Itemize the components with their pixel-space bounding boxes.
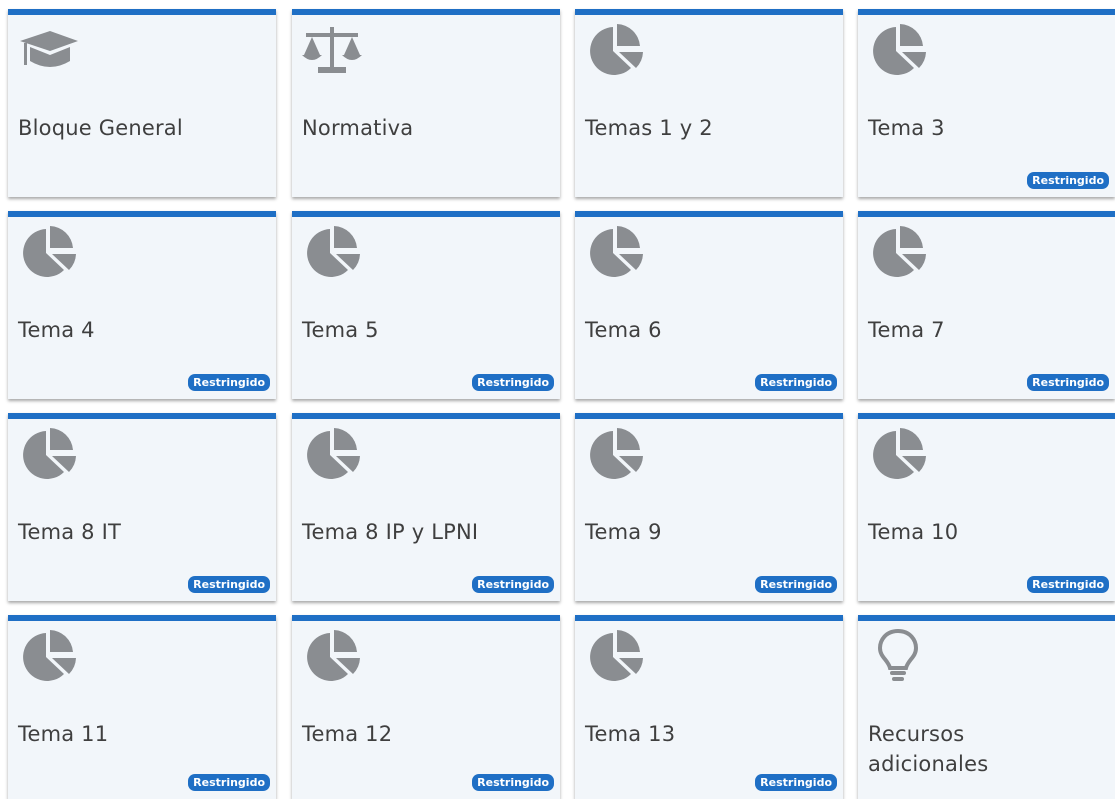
tile-label: Tema 8 IT: [18, 520, 122, 544]
pie-chart-icon: [583, 627, 647, 683]
restricted-badge: Restringido: [188, 774, 270, 791]
restricted-badge: Restringido: [188, 374, 270, 391]
tile-label: Tema 10: [868, 520, 959, 544]
pie-chart-icon: [16, 223, 80, 279]
tile-label: Tema 4: [18, 318, 95, 342]
tile-tema-12[interactable]: Tema 12 Restringido: [292, 615, 560, 799]
pie-chart-icon: [16, 627, 80, 683]
tile-label: Recursos adicionales: [868, 722, 989, 776]
restricted-badge: Restringido: [472, 374, 554, 391]
tile-label: Temas 1 y 2: [585, 116, 713, 140]
tile-label: Tema 5: [302, 318, 379, 342]
restricted-badge: Restringido: [755, 774, 837, 791]
pie-chart-icon: [583, 425, 647, 481]
tile-recursos-adicionales[interactable]: Recursos adicionales: [858, 615, 1115, 799]
tile-label: Tema 6: [585, 318, 662, 342]
tile-bloque-general[interactable]: Bloque General: [8, 9, 276, 197]
tile-tema-7[interactable]: Tema 7 Restringido: [858, 211, 1115, 399]
tile-label: Tema 3: [868, 116, 945, 140]
tile-tema-6[interactable]: Tema 6 Restringido: [575, 211, 843, 399]
pie-chart-icon: [583, 21, 647, 77]
pie-chart-icon: [16, 425, 80, 481]
restricted-badge: Restringido: [1027, 172, 1109, 189]
tile-label: Bloque General: [18, 116, 183, 140]
pie-chart-icon: [300, 627, 364, 683]
pie-chart-icon: [583, 223, 647, 279]
balance-scale-icon: [300, 21, 364, 77]
tile-label: Tema 8 IP y LPNI: [302, 520, 479, 544]
tile-label: Normativa: [302, 116, 414, 140]
tile-tema-8-it[interactable]: Tema 8 IT Restringido: [8, 413, 276, 601]
tile-tema-11[interactable]: Tema 11 Restringido: [8, 615, 276, 799]
pie-chart-icon: [866, 425, 930, 481]
tile-label: Tema 7: [868, 318, 945, 342]
restricted-badge: Restringido: [188, 576, 270, 593]
tile-temas-1-y-2[interactable]: Temas 1 y 2: [575, 9, 843, 197]
lightbulb-icon: [866, 627, 930, 683]
restricted-badge: Restringido: [755, 374, 837, 391]
pie-chart-icon: [300, 425, 364, 481]
tile-tema-9[interactable]: Tema 9 Restringido: [575, 413, 843, 601]
pie-chart-icon: [300, 223, 364, 279]
tile-tema-3[interactable]: Tema 3 Restringido: [858, 9, 1115, 197]
tile-tema-13[interactable]: Tema 13 Restringido: [575, 615, 843, 799]
tile-label: Tema 9: [585, 520, 662, 544]
tile-tema-8-ip-y-lpni[interactable]: Tema 8 IP y LPNI Restringido: [292, 413, 560, 601]
tile-tema-10[interactable]: Tema 10 Restringido: [858, 413, 1115, 601]
tile-normativa[interactable]: Normativa: [292, 9, 560, 197]
restricted-badge: Restringido: [472, 774, 554, 791]
tile-tema-5[interactable]: Tema 5 Restringido: [292, 211, 560, 399]
pie-chart-icon: [866, 21, 930, 77]
restricted-badge: Restringido: [472, 576, 554, 593]
tile-tema-4[interactable]: Tema 4 Restringido: [8, 211, 276, 399]
restricted-badge: Restringido: [755, 576, 837, 593]
pie-chart-icon: [866, 223, 930, 279]
tile-label: Tema 13: [585, 722, 676, 746]
tile-label: Tema 12: [302, 722, 393, 746]
restricted-badge: Restringido: [1027, 374, 1109, 391]
restricted-badge: Restringido: [1027, 576, 1109, 593]
tile-label: Tema 11: [18, 722, 109, 746]
graduation-cap-icon: [16, 21, 80, 77]
